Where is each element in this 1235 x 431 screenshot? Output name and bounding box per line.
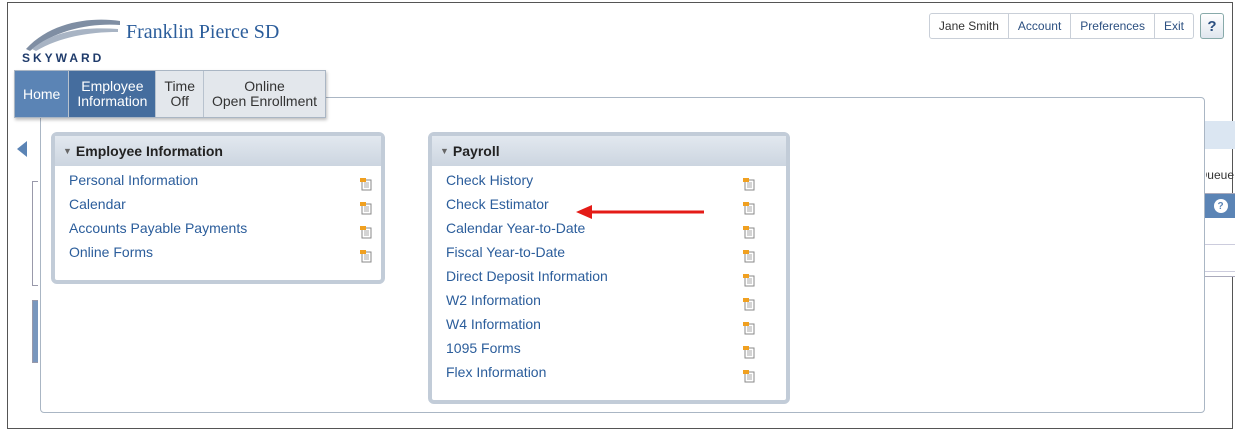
tab-label-line: Time [164,78,195,94]
menu-item[interactable]: Flex Information [432,360,786,384]
user-name: Jane Smith [930,14,1009,38]
menu-item[interactable]: Calendar Year-to-Date [432,216,786,240]
background-widget: ? [1204,193,1235,277]
menu-item-label: Calendar [69,196,126,212]
menu-item[interactable]: Check History [432,168,786,192]
tab-label-line: Online [244,78,285,94]
employee-info-card: ▼ Employee Information Personal Informat… [51,132,385,284]
employee-info-list: Personal Information Calendar Accounts Pay… [55,166,381,268]
document-icon[interactable] [742,270,756,287]
document-icon[interactable] [742,366,756,383]
document-icon[interactable] [742,246,756,263]
app-window: SKYWARD Franklin Pierce SD Jane Smith Ac… [7,2,1235,429]
widget-help-icon[interactable]: ? [1213,199,1228,213]
background-panel-edge [32,181,38,286]
menu-item-label: W4 Information [446,316,541,332]
collapse-caret-icon: ▼ [440,146,449,156]
menu-item-label: 1095 Forms [446,340,521,356]
account-link[interactable]: Account [1009,14,1072,38]
tab-home[interactable]: Home [15,71,70,117]
menu-item[interactable]: Calendar [55,192,381,216]
tab-time-off[interactable]: Time Off [156,71,204,117]
document-icon[interactable] [359,222,373,239]
exit-link[interactable]: Exit [1155,14,1193,38]
menu-item[interactable]: 1095 Forms [432,336,786,360]
logo-text: SKYWARD [22,51,105,65]
menu-item[interactable]: W2 Information [432,288,786,312]
preferences-link[interactable]: Preferences [1071,14,1155,38]
menu-item-label: Flex Information [446,364,547,380]
top-nav: Jane Smith Account Preferences Exit [928,13,1194,39]
tab-online-open-enrollment[interactable]: Online Open Enrollment [204,71,325,117]
skyward-logo: SKYWARD [22,15,122,67]
document-icon[interactable] [742,294,756,311]
menu-item-label: W2 Information [446,292,541,308]
payroll-header[interactable]: ▼ Payroll [432,136,786,166]
menu-item[interactable]: W4 Information [432,312,786,336]
menu-item[interactable]: Fiscal Year-to-Date [432,240,786,264]
menu-item-label: Fiscal Year-to-Date [446,244,566,260]
document-icon[interactable] [359,174,373,191]
menu-item-label: Personal Information [69,172,199,188]
background-panel-edge [32,300,38,363]
tab-label-line: Off [170,93,189,109]
payroll-list: Check History Check Estimator Calendar Yea… [432,166,786,388]
menu-item-label: Accounts Payable Payments [69,220,248,236]
tab-label-line: Information [77,93,148,109]
document-icon[interactable] [742,174,756,191]
document-icon[interactable] [742,342,756,359]
queue-label[interactable]: Queue [1206,168,1234,182]
menu-item-label: Check Estimator [446,196,549,212]
document-icon[interactable] [742,222,756,239]
district-name: Franklin Pierce SD [126,21,280,43]
menu-item-label: Check History [446,172,534,188]
menu-item-label: Calendar Year-to-Date [446,220,586,236]
employee-info-header[interactable]: ▼ Employee Information [55,136,381,166]
document-icon[interactable] [359,198,373,215]
tab-label-line: Employee [81,78,144,94]
help-button[interactable]: ? [1200,13,1224,39]
tab-label-line: Open Enrollment [212,93,318,109]
tab-employee-information[interactable]: Employee Information [69,71,157,117]
menu-item-label: Direct Deposit Information [446,268,608,284]
menu-item[interactable]: Online Forms [55,240,381,264]
main-tabs: Home Employee Information Time Off Onlin… [14,70,327,118]
document-icon[interactable] [742,318,756,335]
menu-item[interactable]: Direct Deposit Information [432,264,786,288]
card-title: Payroll [452,143,500,159]
red-arrow-icon [576,205,704,219]
menu-item-label: Online Forms [69,244,154,260]
payroll-card: ▼ Payroll Check History Check Estimator Ca… [428,132,790,404]
document-icon[interactable] [359,246,373,263]
card-title: Employee Information [75,143,223,159]
menu-item[interactable]: Personal Information [55,168,381,192]
menu-panel: ▼ Employee Information Personal Informat… [40,97,1205,413]
document-icon[interactable] [742,198,756,215]
left-arrow-icon[interactable] [17,141,27,157]
tab-label: Home [23,85,61,102]
menu-item[interactable]: Accounts Payable Payments [55,216,381,240]
collapse-caret-icon: ▼ [63,146,72,156]
